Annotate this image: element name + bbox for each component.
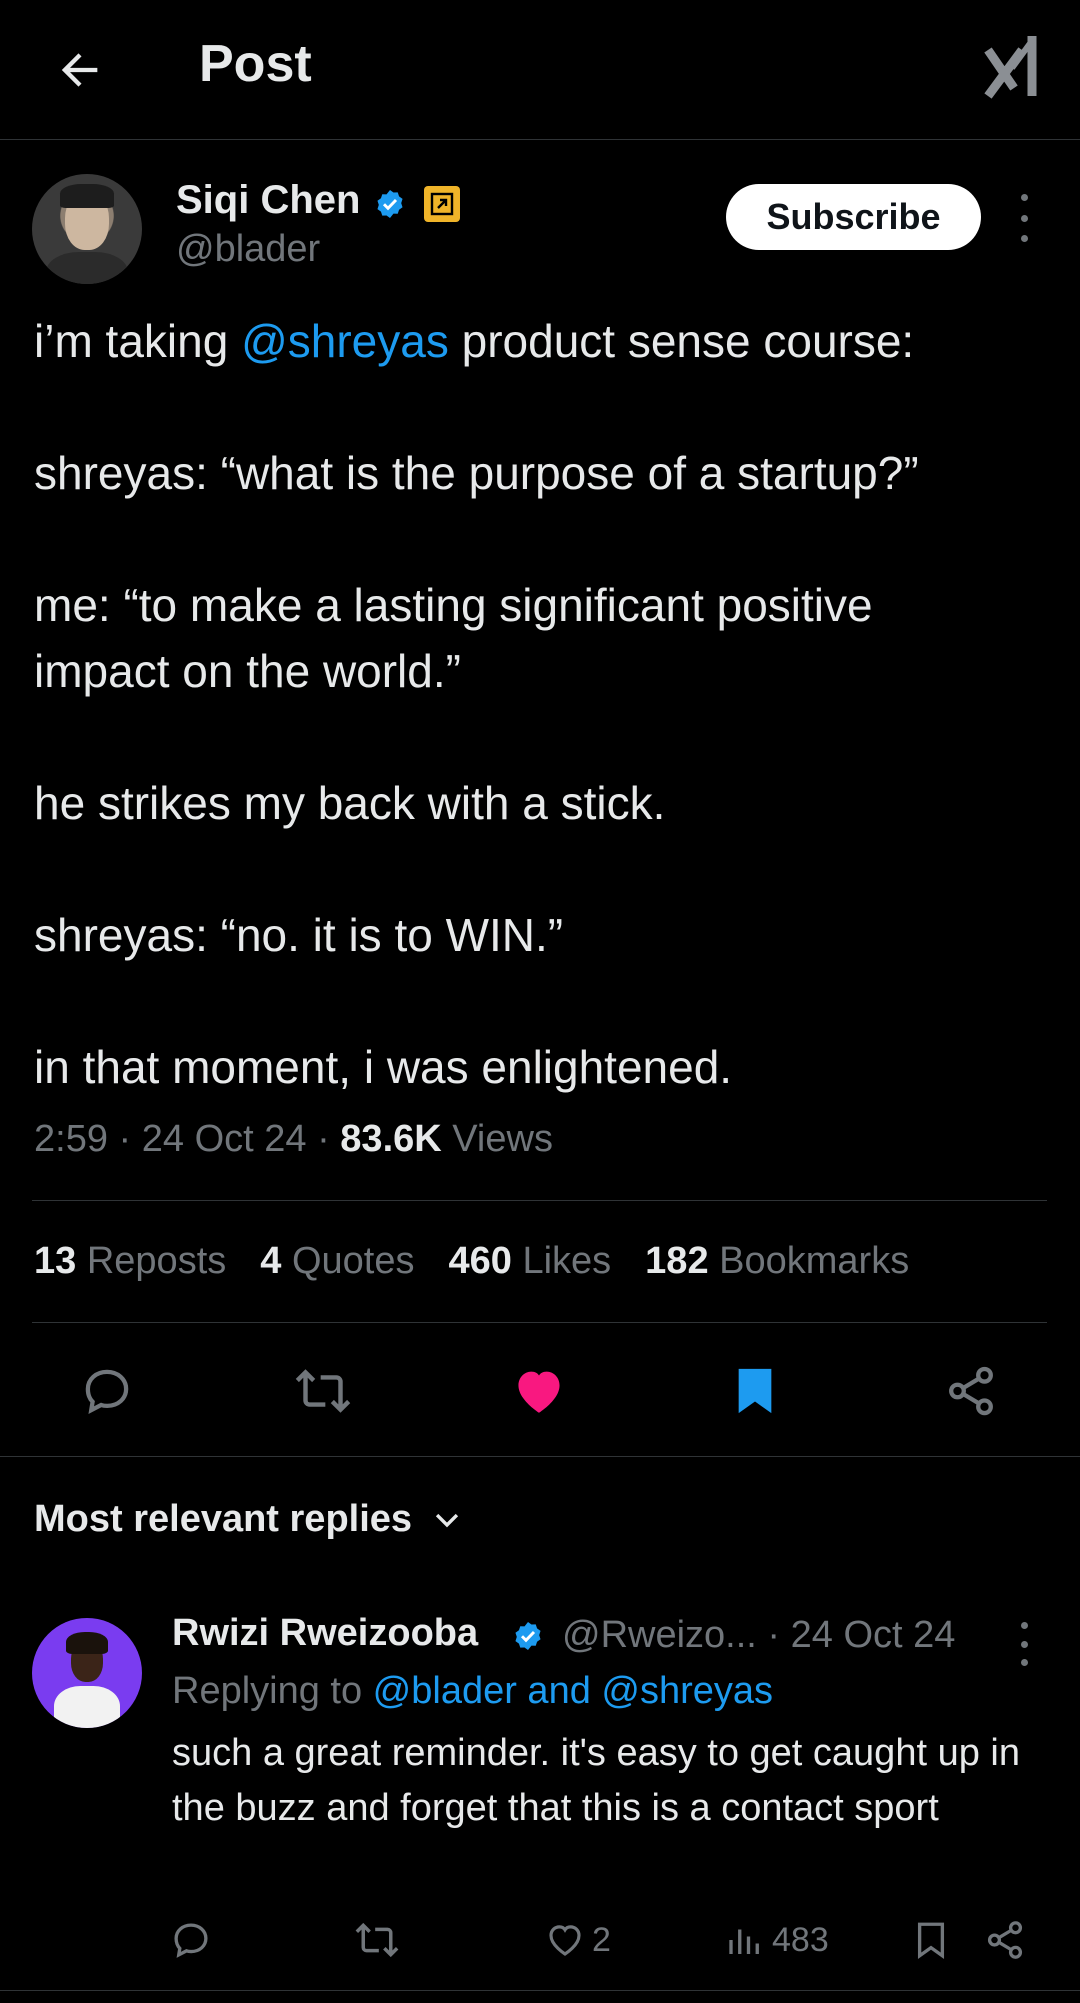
- reply-bookmark-button[interactable]: [910, 1910, 952, 1970]
- reply-icon: [85, 1369, 129, 1414]
- post-meta: 2:59 · 24 Oct 24 · 83.6K Views: [34, 1118, 553, 1160]
- reply-item[interactable]: Rwizi Rweizooba @Rweizo... · 24 Oct 24 R…: [0, 1610, 1080, 1990]
- reply-author-name[interactable]: Rwizi Rweizooba: [172, 1612, 478, 1655]
- views-count: 83.6K: [340, 1118, 442, 1160]
- chevron-down-icon: [435, 1513, 459, 1527]
- reply-text: such a great reminder. it's easy to get …: [172, 1732, 1020, 1829]
- reply-repost-button[interactable]: [355, 1910, 399, 1970]
- like-button[interactable]: [504, 1356, 574, 1426]
- reply-like-button[interactable]: 2: [544, 1910, 611, 1970]
- heart-filled-icon: [518, 1371, 560, 1413]
- bookmark-button[interactable]: [720, 1356, 790, 1426]
- grok-icon: [984, 36, 1037, 99]
- mention-link[interactable]: @shreyas: [241, 315, 449, 367]
- replies-sort-selector[interactable]: Most relevant replies: [34, 1498, 464, 1541]
- arrow-left-icon: [61, 53, 98, 87]
- divider: [0, 1456, 1080, 1457]
- reply-like-count: 2: [592, 1920, 611, 1959]
- verified-badge-icon: [515, 1622, 541, 1650]
- post-text: i’m taking @shreyas product sense course…: [34, 308, 1054, 1100]
- replying-to: Replying to @blader and @shreyas: [172, 1670, 774, 1712]
- replying-to-links[interactable]: @blader and @shreyas: [373, 1670, 773, 1712]
- post-line: he strikes my back with a stick.: [34, 777, 666, 829]
- divider: [32, 1200, 1047, 1201]
- heart-icon: [549, 1925, 581, 1956]
- post-line: in that moment, i was enlightened.: [34, 1041, 733, 1093]
- avatar[interactable]: [32, 1618, 142, 1728]
- reply-view-count: 483: [772, 1920, 829, 1959]
- share-icon: [987, 1921, 1023, 1959]
- back-button[interactable]: [40, 30, 120, 110]
- avatar[interactable]: [32, 174, 142, 284]
- reply-more-options-button[interactable]: [1008, 1622, 1040, 1666]
- author-name[interactable]: Siqi Chen: [176, 178, 360, 223]
- author-handle[interactable]: @blader: [176, 228, 320, 271]
- divider: [32, 1322, 1047, 1323]
- divider: [0, 1990, 1080, 1991]
- bookmark-icon: [917, 1922, 945, 1959]
- reply-button[interactable]: [72, 1356, 142, 1426]
- share-button[interactable]: [936, 1356, 1006, 1426]
- quotes-stat[interactable]: 4 Quotes: [260, 1240, 414, 1283]
- reply-action-bar: 2 483: [0, 1910, 1080, 1970]
- post-line: shreyas: “no. it is to WIN.”: [34, 909, 564, 961]
- likes-stat[interactable]: 460 Likes: [448, 1240, 611, 1283]
- post-line: me: “to make a lasting significant posit…: [34, 579, 873, 697]
- more-options-button[interactable]: [1006, 194, 1042, 242]
- post-line: i’m taking @shreyas product sense course…: [34, 315, 915, 367]
- arrow-up-right-icon: [430, 192, 454, 216]
- post-author: Siqi Chen @blader Subscribe: [0, 172, 1080, 284]
- reply-views-button[interactable]: 483: [724, 1910, 829, 1970]
- share-icon: [949, 1366, 993, 1416]
- top-bar: Post: [0, 0, 1080, 140]
- views-label: Views: [452, 1118, 553, 1160]
- repost-icon: [355, 1922, 399, 1958]
- bar-chart-icon: [729, 1929, 759, 1954]
- post-time[interactable]: 2:59: [34, 1118, 108, 1160]
- post-stats: 13 Reposts 4 Quotes 460 Likes 182 Bookma…: [34, 1240, 909, 1283]
- repost-button[interactable]: [288, 1356, 358, 1426]
- reply-reply-button[interactable]: [170, 1910, 212, 1970]
- page-title: Post: [199, 35, 312, 93]
- reply-icon: [174, 1923, 208, 1958]
- bookmark-filled-icon: [738, 1368, 772, 1414]
- post-line: shreyas: “what is the purpose of a start…: [34, 447, 919, 499]
- verified-badge-icon: [377, 190, 403, 218]
- subscribe-button[interactable]: Subscribe: [726, 184, 981, 250]
- repost-icon: [295, 1369, 351, 1413]
- action-bar: [0, 1356, 1080, 1426]
- reposts-stat[interactable]: 13 Reposts: [34, 1240, 226, 1283]
- reply-author-handle: @Rweizo... · 24 Oct 24: [562, 1614, 956, 1656]
- reply-share-button[interactable]: [984, 1910, 1026, 1970]
- reply-date: · 24 Oct 24: [767, 1614, 956, 1656]
- bookmarks-stat[interactable]: 182 Bookmarks: [645, 1240, 909, 1283]
- affiliate-badge[interactable]: [424, 186, 460, 222]
- replies-sort-label: Most relevant replies: [34, 1498, 413, 1540]
- post-date[interactable]: 24 Oct 24: [142, 1118, 307, 1160]
- grok-button[interactable]: [982, 30, 1046, 102]
